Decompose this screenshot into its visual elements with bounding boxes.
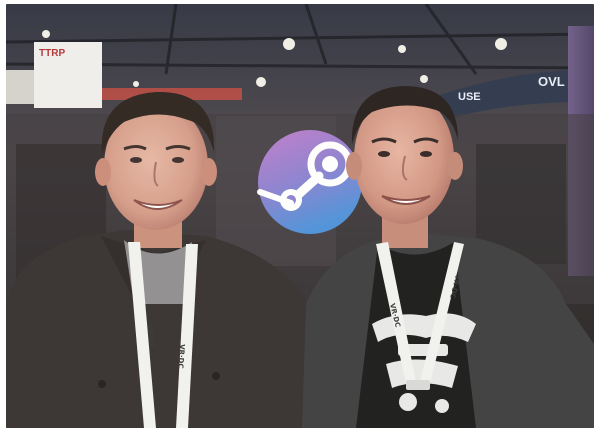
- photo: TTRP OVL USE VR·DC VR·DC VR·DC VR·DC: [6, 4, 594, 428]
- photo-frame: TTRP OVL USE VR·DC VR·DC VR·DC VR·DC: [6, 4, 594, 428]
- print-tint: [6, 4, 594, 428]
